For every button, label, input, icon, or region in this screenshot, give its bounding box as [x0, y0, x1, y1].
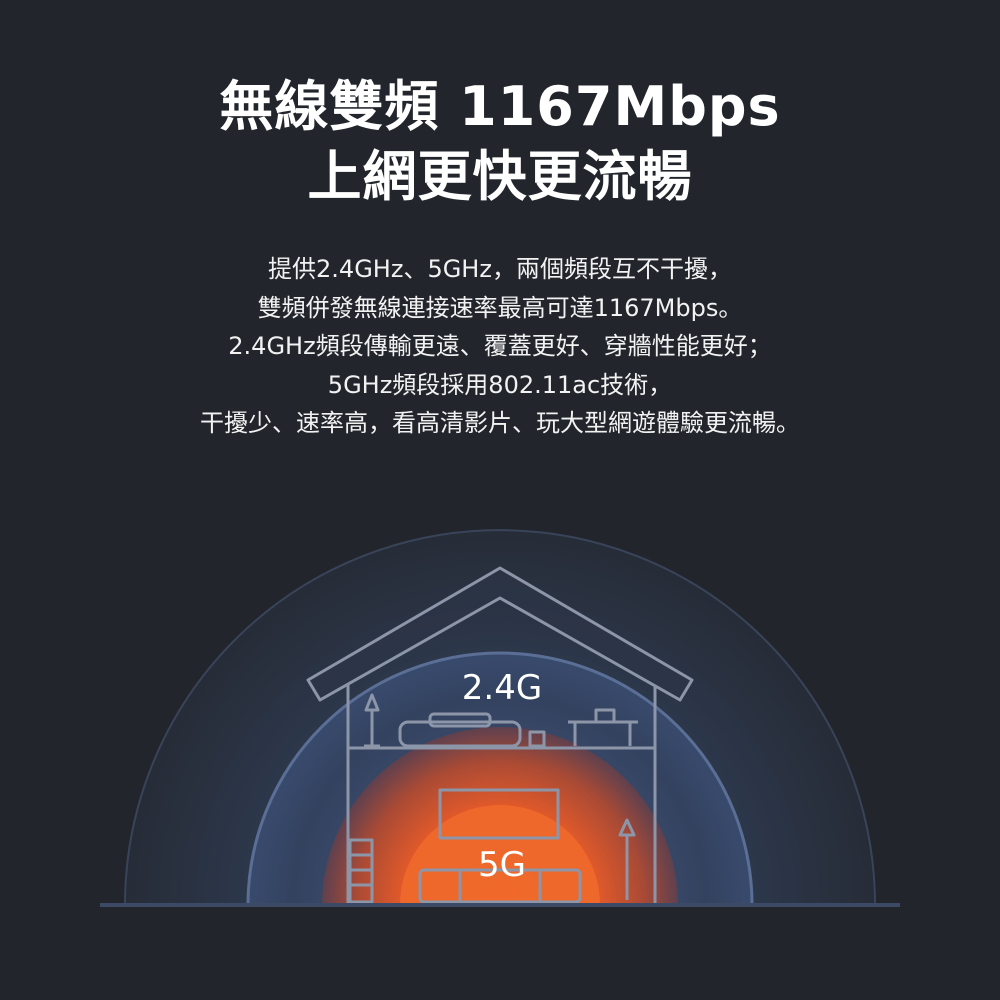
- description-line-5: 干擾少、速率高，看高清影片、玩大型網遊體驗更流暢。: [200, 409, 800, 437]
- headline-line-1: 無線雙頻 1167Mbps: [219, 75, 781, 138]
- headline: 無線雙頻 1167Mbps 上網更快更流暢: [0, 72, 1000, 212]
- headline-line-2: 上網更快更流暢: [307, 145, 693, 208]
- page: 無線雙頻 1167Mbps 上網更快更流暢 提供2.4GHz、5GHz，兩個頻段…: [0, 0, 1000, 1000]
- description-line-1: 提供2.4GHz、5GHz，兩個頻段互不干擾，: [268, 255, 732, 283]
- description-line-3: 2.4GHz頻段傳輸更遠、覆蓋更好、穿牆性能更好；: [228, 332, 772, 360]
- description-line-2: 雙頻併發無線連接速率最高可達1167Mbps。: [257, 293, 743, 322]
- description-line-4: 5GHz頻段採用802.11ac技術，: [327, 370, 673, 399]
- description: 提供2.4GHz、5GHz，兩個頻段互不干擾， 雙頻併發無線連接速率最高可達11…: [0, 250, 1000, 443]
- band-24g-label: 2.4G: [461, 668, 543, 708]
- wifi-coverage-illustration: 2.4G 5G: [0, 500, 1000, 920]
- band-5g-label: 5G: [478, 845, 526, 885]
